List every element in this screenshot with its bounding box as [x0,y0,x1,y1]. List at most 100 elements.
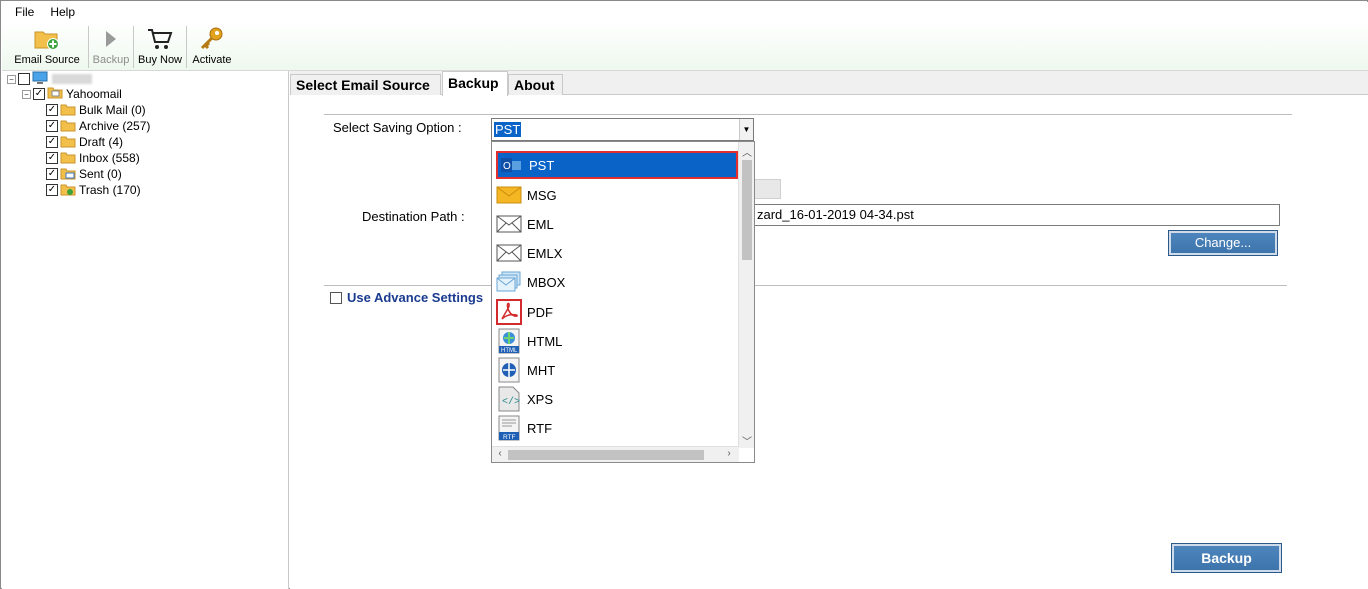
tree-folder-sent[interactable]: ✓ Sent (0) [46,166,122,182]
destination-path-label: Destination Path : [362,209,465,224]
backup-button[interactable]: Backup [1171,543,1282,573]
chevron-up-icon[interactable]: ︿ [739,144,754,159]
option-mbox[interactable]: MBOX [496,268,738,296]
change-button[interactable]: Change... [1168,230,1278,256]
chevron-right-icon[interactable]: › [721,448,737,459]
folder-checkbox[interactable]: ✓ [46,136,58,148]
email-source-button[interactable]: Email Source [6,22,88,70]
add-folder-icon [33,25,61,53]
option-pdf[interactable]: PDF [496,298,738,326]
chevron-left-icon[interactable]: ‹ [492,448,508,459]
option-label: RTF [527,420,553,436]
menu-file[interactable]: File [2,2,42,22]
tree-account-checkbox[interactable]: ✓ [33,88,45,100]
option-label: PDF [527,304,553,320]
mht-icon [496,357,522,383]
sent-folder-icon [60,168,76,180]
folder-checkbox[interactable]: ✓ [46,184,58,196]
saving-option-select[interactable]: PST ▼ [491,118,754,141]
tree-folder-draft[interactable]: ✓ Draft (4) [46,134,123,150]
option-label: MBOX [527,274,566,290]
collapse-icon[interactable]: − [7,74,16,84]
tree-account[interactable]: − ✓ Yahoomail [22,86,122,102]
option-xps[interactable]: </> XPS [496,385,738,413]
app-window: File Help Email Source Backup Buy Now Ac… [0,0,1368,589]
horizontal-scrollbar[interactable]: ‹ › [492,446,739,462]
option-label: EML [527,216,554,232]
tab-select-email-source[interactable]: Select Email Source [290,74,441,95]
tree-root-checkbox[interactable] [18,73,30,85]
tree-folder-trash[interactable]: ✓ Trash (170) [46,182,141,198]
folder-checkbox[interactable]: ✓ [46,104,58,116]
trash-folder-icon [60,184,76,196]
option-msg[interactable]: MSG [496,181,738,209]
tree-account-label: Yahoomail [66,87,122,101]
folder-icon [60,152,76,164]
envelope-icon [496,182,522,208]
secondary-combo[interactable] [754,179,781,199]
svg-text:HTML: HTML [501,348,518,354]
folder-checkbox[interactable]: ✓ [46,168,58,180]
option-label: XPS [527,391,554,407]
vertical-scrollbar[interactable]: ︿ ﹀ [738,142,754,448]
option-mht[interactable]: MHT [496,356,738,384]
outlook-icon: O [498,152,524,178]
activate-label: Activate [192,54,232,66]
tree-root[interactable]: − [7,71,92,87]
backup-toolbar-button[interactable]: Backup [89,22,133,70]
folder-label: Trash (170) [79,183,141,197]
folder-label: Bulk Mail (0) [79,103,146,117]
option-emlx[interactable]: EMLX [496,239,738,267]
tree-folder-bulk-mail[interactable]: ✓ Bulk Mail (0) [46,102,146,118]
folder-label: Inbox (558) [79,151,140,165]
saving-option-dropdown[interactable]: O PST MSG EML EMLX MBOX PDF HTML HTML MH… [491,141,755,463]
folder-icon [60,136,76,148]
divider [324,285,1287,286]
folder-icon [60,120,76,132]
tree-folder-inbox[interactable]: ✓ Inbox (558) [46,150,140,166]
backup-toolbar-label: Backup [92,54,130,66]
folder-tree: − − ✓ Yahoomail ✓ Bulk Mail (0) ✓ Archiv… [2,71,289,589]
tab-backup[interactable]: Backup [442,71,508,96]
scrollbar-thumb[interactable] [742,160,752,260]
folder-label: Archive (257) [79,119,151,133]
svg-text:</>: </> [502,396,520,408]
svg-text:RTF: RTF [503,434,516,441]
folder-checkbox[interactable]: ✓ [46,120,58,132]
scrollbar-thumb[interactable] [508,450,704,460]
saving-option-value: PST [494,122,522,137]
activate-button[interactable]: Activate [187,22,237,70]
buy-now-button[interactable]: Buy Now [134,22,186,70]
option-label: MHT [527,362,556,378]
buy-now-label: Buy Now [137,54,183,66]
advance-settings-checkbox[interactable] [330,292,342,304]
mail-folder-icon [47,86,63,102]
option-label: EMLX [527,245,563,261]
tree-folder-archive[interactable]: ✓ Archive (257) [46,118,150,134]
option-rtf[interactable]: RTF RTF [496,414,738,442]
collapse-icon[interactable]: − [22,89,31,99]
tab-about[interactable]: About [508,74,563,95]
chevron-down-icon[interactable]: ▼ [739,119,753,140]
menu-help[interactable]: Help [42,2,83,22]
mbox-icon [496,269,522,295]
envelope-outline-icon [496,240,522,266]
play-icon [97,25,125,53]
destination-path-input[interactable]: zard_16-01-2019 04-34.pst [754,204,1280,226]
option-html[interactable]: HTML HTML [496,327,738,355]
pdf-icon [496,299,522,325]
folder-checkbox[interactable]: ✓ [46,152,58,164]
html-icon: HTML [496,328,522,354]
computer-icon [32,71,48,88]
key-icon [198,25,226,53]
option-pst[interactable]: O PST [496,151,738,179]
chevron-down-icon[interactable]: ﹀ [739,433,754,448]
divider [324,114,1292,115]
envelope-outline-icon [496,211,522,237]
advance-settings-label[interactable]: Use Advance Settings [347,290,483,305]
folder-label: Sent (0) [79,167,122,181]
main-panel: Select Email Source Backup About [290,71,1368,589]
svg-text:O: O [503,161,511,172]
folder-label: Draft (4) [79,135,124,149]
option-eml[interactable]: EML [496,210,738,238]
